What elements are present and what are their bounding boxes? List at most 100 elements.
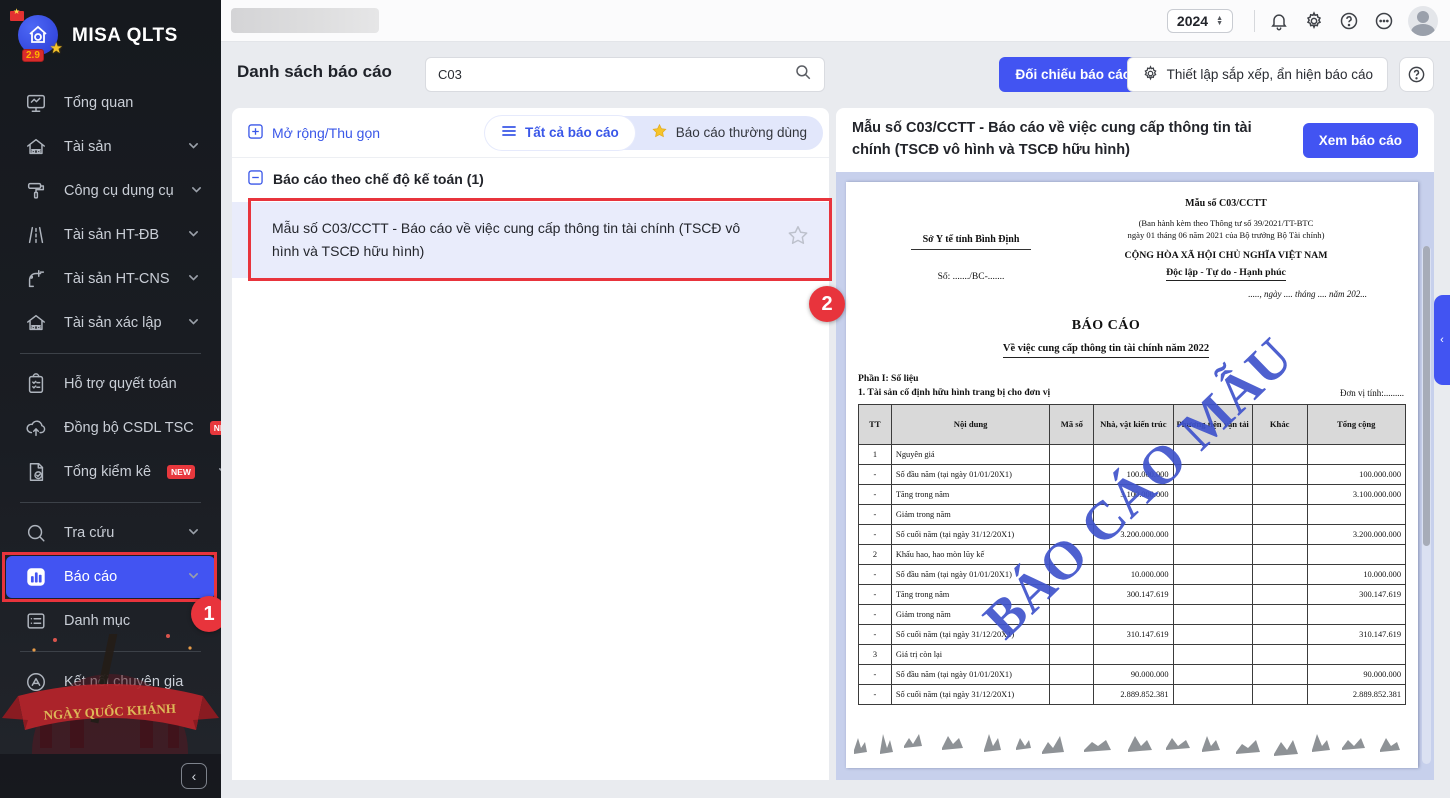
- doc-cell-value: 3.200.000.000: [1306, 523, 1406, 545]
- sidebar-collapse-button[interactable]: ‹: [181, 763, 207, 789]
- doc-cell-value: 2.889.852.381: [1093, 683, 1174, 705]
- logo-icon: ★ 2.9: [10, 7, 63, 62]
- sidebar-item-ket-noi-chuyen-gia[interactable]: Kết nối chuyên gia: [6, 661, 215, 703]
- chevron-down-icon: [217, 464, 221, 481]
- gear-icon[interactable]: [1303, 10, 1325, 32]
- doc-cell-value: -: [858, 603, 892, 625]
- doc-issued-line1: (Ban hành kèm theo Thông tư số 39/2021/T…: [1138, 218, 1314, 228]
- sidebar-item-tai-san-ht-cns[interactable]: Tài sản HT-CNS: [6, 258, 215, 300]
- doc-cell-value: [1251, 563, 1308, 585]
- doc-cell-value: [1251, 603, 1308, 625]
- doc-cell-value: [1172, 543, 1253, 565]
- report-section-header[interactable]: Báo cáo theo chế độ kế toán (1): [232, 158, 829, 198]
- sidebar-footer: ‹: [0, 754, 221, 798]
- sidebar-item-tai-san-xac-lap[interactable]: Tài sản xác lập: [6, 302, 215, 344]
- bell-icon[interactable]: [1268, 10, 1290, 32]
- view-report-button[interactable]: Xem báo cáo: [1302, 122, 1418, 158]
- doc-nation-line: CỘNG HÒA XÃ HỘI CHỦ NGHĨA VIỆT NAM: [1124, 249, 1328, 261]
- expand-collapse-link[interactable]: Mở rộng/Thu gọn: [248, 123, 380, 142]
- sidebar-item-label: Tài sản HT-ĐB: [64, 227, 160, 243]
- sidebar-nav: Tổng quan Tài sản Công cụ dụng cụ Tài sản H…: [0, 70, 221, 703]
- doc-cell-value: 3: [858, 643, 892, 665]
- sidebar-item-tai-san[interactable]: Tài sản: [6, 126, 215, 168]
- annotation-step-1: 1: [191, 596, 221, 632]
- report-settings-button[interactable]: Thiết lập sắp xếp, ẩn hiện báo cáo: [1126, 57, 1388, 92]
- doc-cell-value: [1049, 583, 1095, 605]
- sidebar-item-tong-kiem-ke[interactable]: Tổng kiểm kê NEW: [6, 451, 221, 493]
- sidebar-item-danh-muc[interactable]: Danh mục: [6, 600, 215, 642]
- doc-cell-content: Số đầu năm (tại ngày 01/01/20X1): [890, 463, 1051, 485]
- torn-edge-decoration: [854, 734, 1400, 756]
- doc-cell-value: [1306, 543, 1406, 565]
- preview-scrollbar[interactable]: [1422, 246, 1431, 764]
- annotation-step-2: 2: [809, 286, 845, 323]
- doc-cell-value: [1049, 483, 1095, 505]
- avatar[interactable]: [1408, 6, 1438, 36]
- doc-table-row: - Số đầu năm (tại ngày 01/01/20X1) 90.000.…: [858, 663, 1406, 685]
- help-icon[interactable]: [1338, 10, 1360, 32]
- doc-cell-content: Tăng trong năm: [890, 583, 1051, 605]
- plus-box-icon: [248, 123, 263, 142]
- tab-all-reports[interactable]: Tất cả báo cáo: [484, 115, 635, 150]
- doc-cell-value: [1172, 603, 1253, 625]
- search-icon[interactable]: [794, 63, 812, 86]
- doc-table-row: 3 Giá trị còn lại: [858, 643, 1406, 665]
- sidebar-item-tra-cuu[interactable]: Tra cứu: [6, 512, 215, 554]
- star-outline-icon[interactable]: [787, 224, 809, 253]
- doc-cell-value: 3.100.000.000: [1093, 483, 1174, 505]
- doc-cell-value: 10.000.000: [1306, 563, 1406, 585]
- sidebar-item--ong-bo-csdl-tsc[interactable]: Đồng bộ CSDL TSC NEW: [6, 407, 221, 449]
- cloud-sync-icon: [24, 416, 48, 440]
- sidebar-item-bao-cao[interactable]: Báo cáo 1: [2, 552, 221, 632]
- sidebar-item-label: Tài sản xác lập: [64, 315, 162, 331]
- report-list-item-selected[interactable]: Mẫu số C03/CCTT - Báo cáo về việc cung c…: [232, 198, 845, 323]
- search-input[interactable]: [438, 67, 794, 82]
- doc-col-header: Nội dung: [890, 403, 1051, 445]
- doc-cell-value: [1049, 643, 1095, 665]
- doc-cell-value: 10.000.000: [1093, 563, 1174, 585]
- chart-icon: [24, 565, 48, 589]
- doc-unit-label: Đơn vị tính:.........: [1339, 388, 1404, 399]
- sidebar-item-label: Danh mục: [64, 613, 131, 629]
- sidebar-item-tong-quan[interactable]: Tổng quan: [6, 82, 215, 124]
- doc-cell-content: Giảm trong năm: [890, 603, 1051, 625]
- doc-cell-value: [1251, 623, 1308, 645]
- doc-col-header: Tổng cộng: [1306, 403, 1406, 445]
- chevron-left-icon: ‹: [1440, 334, 1444, 346]
- page-help-button[interactable]: [1399, 57, 1434, 92]
- sidebar-item-cong-cu-dung-cu[interactable]: Công cụ dụng cụ: [6, 170, 215, 212]
- doc-cell-value: [1172, 443, 1253, 465]
- star-icon: [651, 123, 668, 142]
- doc-cell-value: [1049, 603, 1095, 625]
- year-selector[interactable]: 2024 ▲ ▼: [1166, 9, 1233, 33]
- tab-favorite-reports[interactable]: Báo cáo thường dùng: [635, 116, 823, 150]
- doc-cell-value: [1251, 583, 1308, 605]
- chevron-down-icon: [190, 183, 203, 200]
- year-stepper-icon[interactable]: ▲ ▼: [1216, 15, 1223, 27]
- doc-cell-value: -: [858, 583, 892, 605]
- doc-cell-value: [1172, 483, 1253, 505]
- sidebar-item-label: Hỗ trợ quyết toán: [64, 376, 177, 392]
- more-icon[interactable]: [1373, 10, 1395, 32]
- chevron-down-icon: [187, 139, 201, 156]
- doc-cell-value: [1251, 543, 1308, 565]
- panel-collapse-tab[interactable]: ‹: [1434, 295, 1450, 385]
- list-box-icon: [24, 609, 48, 633]
- doc-cell-content: Tăng trong năm: [890, 483, 1051, 505]
- asset-icon: [24, 311, 48, 335]
- doc-cell-value: [1251, 443, 1308, 465]
- doc-table-row: - Số cuối năm (tại ngày 31/12/20X1) 2.889.…: [858, 683, 1406, 705]
- doc-cell-value: [1172, 503, 1253, 525]
- report-section-title: Báo cáo theo chế độ kế toán (1): [273, 171, 484, 187]
- sidebar-item-ho-tro-quyet-toan[interactable]: Hỗ trợ quyết toán: [6, 363, 215, 405]
- sidebar-item-label: Tài sản: [64, 139, 112, 155]
- doc-cell-value: 3.200.000.000: [1093, 523, 1174, 545]
- compare-reports-button[interactable]: Đối chiếu báo cáo: [999, 57, 1147, 92]
- roller-icon: [24, 179, 48, 203]
- doc-cell-value: [1093, 603, 1174, 625]
- doc-cell-value: [1049, 663, 1095, 685]
- doc-cell-value: [1251, 483, 1308, 505]
- sidebar-item-tai-san-ht-b[interactable]: Tài sản HT-ĐB: [6, 214, 215, 256]
- doc-table-row: - Giảm trong năm: [858, 603, 1406, 625]
- doc-number: Số: ......./BC-.......: [937, 272, 1005, 282]
